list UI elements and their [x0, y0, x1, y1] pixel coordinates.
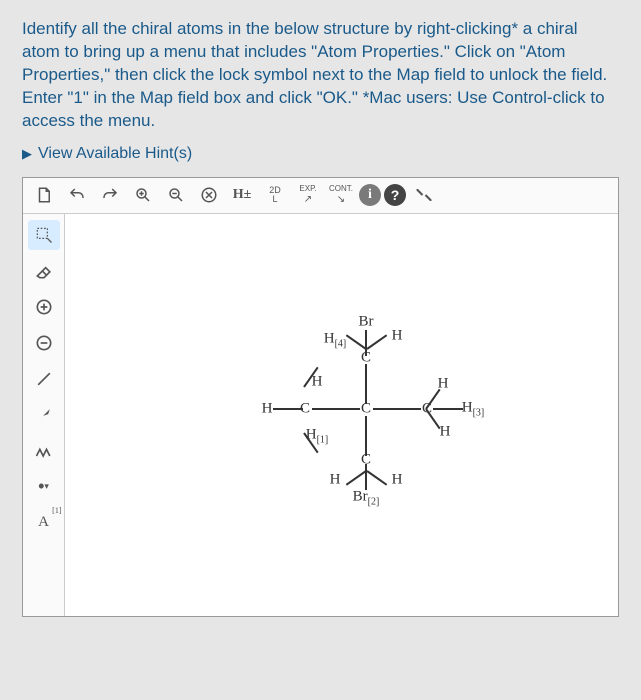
atom-c-left[interactable]: C — [300, 400, 310, 417]
atom-map-sup: [1] — [52, 506, 61, 515]
drawing-canvas[interactable]: Br H[4] H C H H C C C H H[3] H[1] H — [65, 214, 618, 616]
atom-h-top-right[interactable]: H — [392, 327, 403, 344]
atom-br-bot-sub: [2] — [368, 496, 380, 507]
atom-c-mid[interactable]: C — [361, 400, 371, 417]
atom-map-icon[interactable]: A [1] — [28, 508, 60, 538]
atom-map-a: A — [38, 514, 49, 531]
bond — [365, 416, 367, 456]
bond — [433, 408, 463, 410]
atom-h-left-up[interactable]: H — [312, 373, 323, 390]
bond — [366, 470, 387, 485]
bond — [373, 408, 421, 410]
undo-icon[interactable] — [62, 181, 92, 209]
zoom-out-icon[interactable] — [161, 181, 191, 209]
view-hints-toggle[interactable]: View Available Hint(s) — [22, 145, 619, 163]
charge-minus-icon[interactable] — [28, 328, 60, 358]
help-icon[interactable]: ? — [384, 184, 406, 206]
delete-icon[interactable] — [194, 181, 224, 209]
cont-label: CONT. — [329, 185, 353, 194]
exp-button[interactable]: EXP. ↗ — [293, 181, 323, 209]
two-d-button[interactable]: 2D L — [260, 181, 290, 209]
molecule-editor: H± 2D L EXP. ↗ CONT. ↘ i ? — [22, 177, 619, 617]
atom-h1-sub: [1] — [317, 434, 329, 445]
atom-h-right-up[interactable]: H — [438, 375, 449, 392]
zoom-in-icon[interactable] — [128, 181, 158, 209]
bond — [365, 364, 367, 404]
atom-h3[interactable]: H[3] — [462, 399, 485, 418]
atom-br-bot[interactable]: Br[2] — [353, 488, 380, 507]
exp-label: EXP. — [299, 185, 316, 194]
atom-c-right[interactable]: C — [422, 400, 432, 417]
bond — [312, 408, 360, 410]
atom-h3-h: H — [462, 399, 473, 415]
atom-br-top[interactable]: Br — [359, 313, 374, 330]
atom-h1[interactable]: H[1] — [306, 426, 329, 445]
atom-br-bot-br: Br — [353, 488, 368, 504]
atom-c-top[interactable]: C — [361, 349, 371, 366]
two-d-sub: L — [272, 195, 277, 204]
new-file-icon[interactable] — [29, 181, 59, 209]
atom-h4-sub: [4] — [335, 338, 347, 349]
cont-button[interactable]: CONT. ↘ — [326, 181, 356, 209]
atom-h-bot-left[interactable]: H — [330, 471, 341, 488]
chain-icon[interactable] — [28, 436, 60, 466]
bond — [346, 470, 367, 485]
charge-tool-icon[interactable]: •▾ — [28, 472, 60, 502]
hydrogen-button[interactable]: H± — [227, 181, 257, 209]
atom-h1-h: H — [306, 426, 317, 442]
redo-icon[interactable] — [95, 181, 125, 209]
atom-h-left[interactable]: H — [262, 400, 273, 417]
side-toolbar: •▾ A [1] — [23, 214, 65, 616]
atom-h4-h: H — [324, 330, 335, 346]
atom-h4[interactable]: H[4] — [324, 330, 347, 349]
selection-tool-icon[interactable] — [28, 220, 60, 250]
atom-h3-sub: [3] — [473, 407, 485, 418]
single-bond-icon[interactable] — [28, 364, 60, 394]
fullscreen-icon[interactable] — [409, 181, 439, 209]
bond — [346, 334, 367, 349]
wedge-bond-icon[interactable] — [28, 400, 60, 430]
bond — [273, 408, 303, 410]
eraser-icon[interactable] — [28, 256, 60, 286]
top-toolbar: H± 2D L EXP. ↗ CONT. ↘ i ? — [23, 178, 618, 214]
info-icon[interactable]: i — [359, 184, 381, 206]
charge-plus-icon[interactable] — [28, 292, 60, 322]
atom-h-right-low[interactable]: H — [440, 423, 451, 440]
atom-h-bot-right[interactable]: H — [392, 471, 403, 488]
bond — [366, 334, 387, 349]
instructions-text: Identify all the chiral atoms in the bel… — [22, 18, 619, 133]
atom-c-bot[interactable]: C — [361, 451, 371, 468]
